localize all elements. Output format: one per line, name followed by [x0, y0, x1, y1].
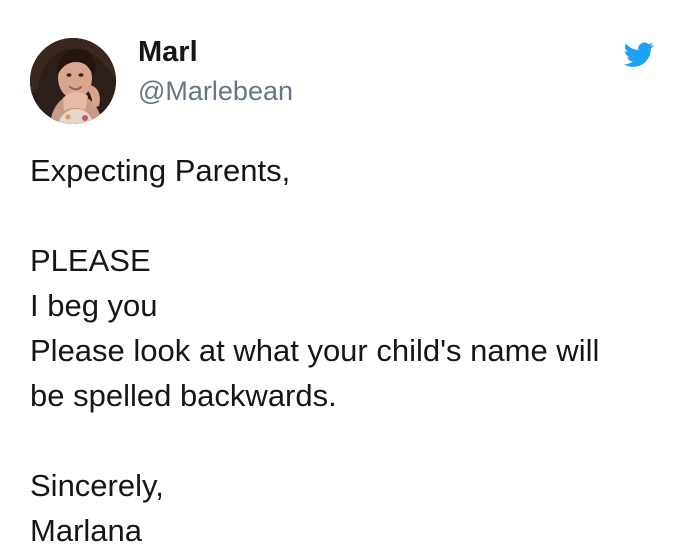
tweet-line	[30, 193, 670, 238]
tweet-line: Expecting Parents,	[30, 153, 291, 188]
avatar-image	[30, 38, 116, 124]
tweet-line: Sincerely,	[30, 468, 164, 503]
tweet-line: Please look at what your child's name wi…	[30, 333, 600, 368]
twitter-bird-icon	[619, 39, 657, 71]
avatar[interactable]	[30, 38, 116, 124]
tweet-card: Marl @Marlebean Expecting Parents, PLEAS…	[0, 0, 700, 557]
tweet-line	[30, 418, 670, 463]
tweet-line: Marlana	[30, 513, 142, 548]
tweet-line: be spelled backwards.	[30, 378, 337, 413]
user-handle[interactable]: @Marlebean	[138, 73, 293, 109]
tweet-line: PLEASE	[30, 243, 151, 278]
tweet-text: Expecting Parents, PLEASE I beg you Plea…	[30, 148, 670, 553]
display-name[interactable]: Marl	[138, 33, 198, 71]
tweet-line: I beg you	[30, 288, 158, 323]
